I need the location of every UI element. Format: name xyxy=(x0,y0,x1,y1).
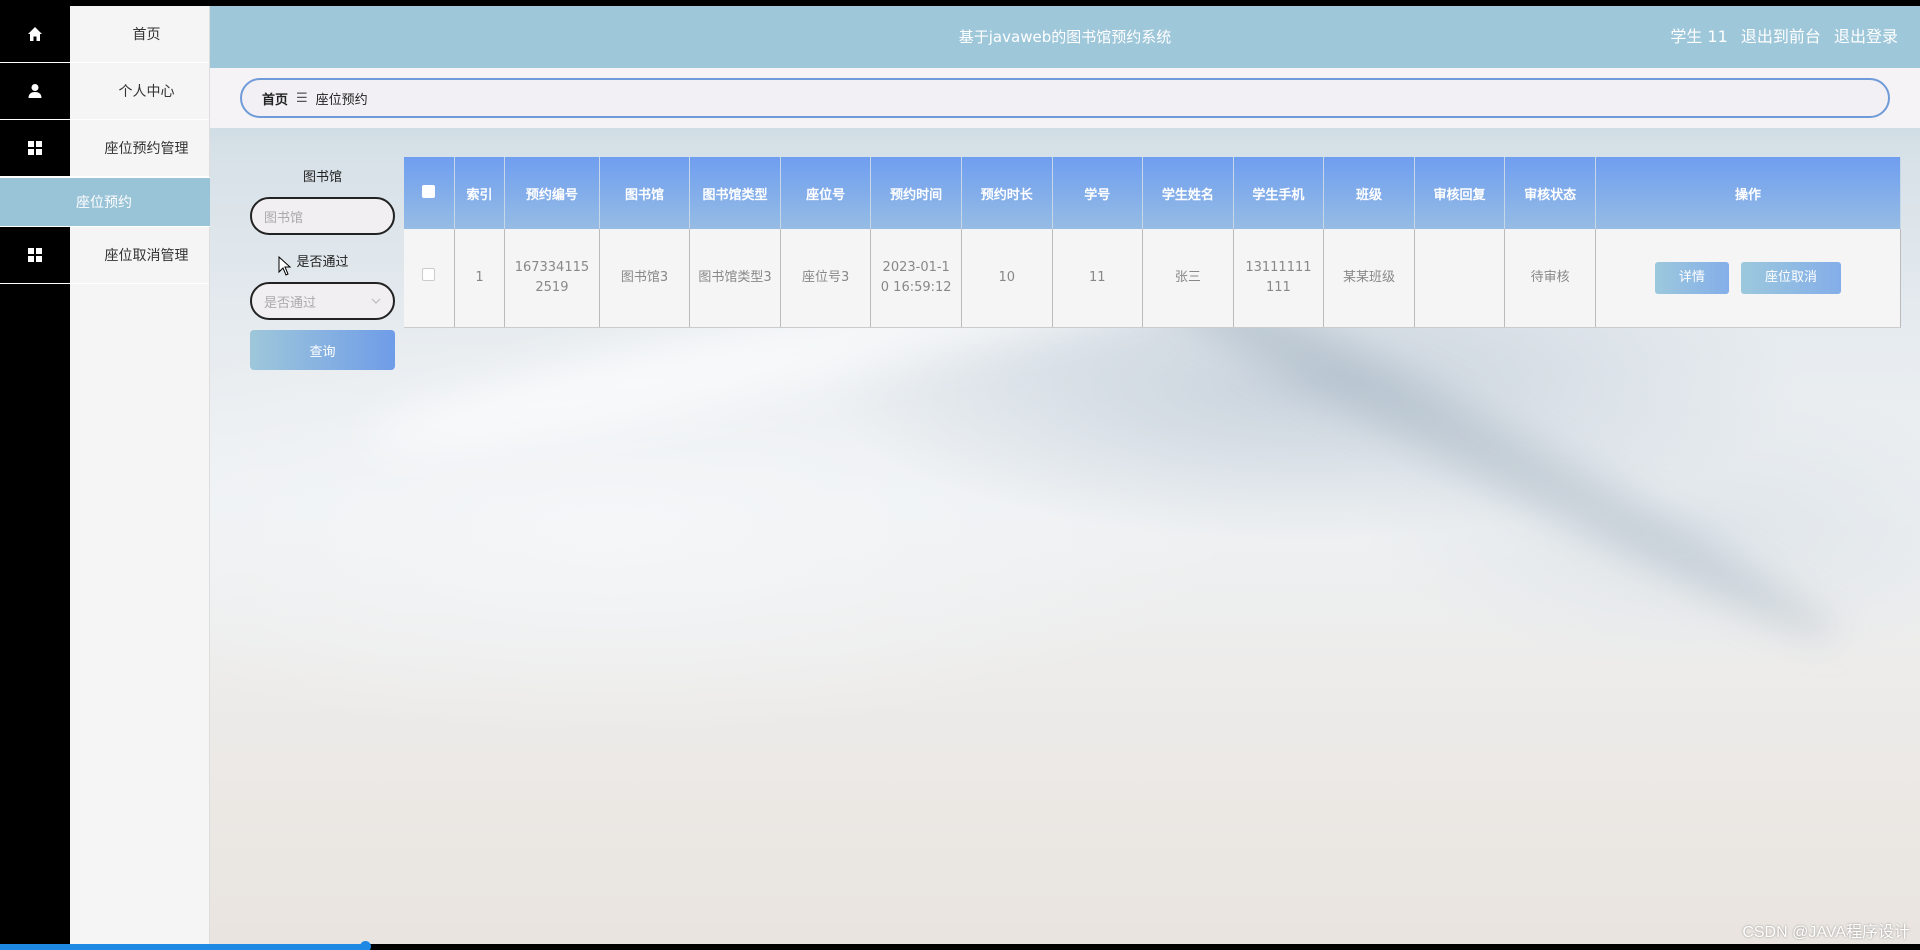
cell-duration: 10 xyxy=(961,229,1053,328)
column-header: 预约编号 xyxy=(504,157,600,229)
main-area: 基于javaweb的图书馆预约系统 学生 11 退出到前台 退出登录 首页 ☰ … xyxy=(210,6,1920,946)
user-label: 学生 11 xyxy=(1670,27,1728,46)
top-bar: 基于javaweb的图书馆预约系统 学生 11 退出到前台 退出登录 xyxy=(210,6,1920,68)
sidebar-item-profile[interactable]: 个人中心 xyxy=(70,63,209,120)
breadcrumb-separator-icon: ☰ xyxy=(296,90,308,106)
select-all-cell[interactable] xyxy=(404,157,455,229)
cell-class: 某某班级 xyxy=(1323,229,1415,328)
cell-library: 图书馆3 xyxy=(599,229,691,328)
cell-review-status: 待审核 xyxy=(1504,229,1596,328)
cell-seat-no: 座位号3 xyxy=(780,229,872,328)
row-select-cell[interactable] xyxy=(404,229,455,328)
column-header: 图书馆类型 xyxy=(689,157,781,229)
library-label: 图书馆 xyxy=(302,170,342,185)
row-checkbox[interactable] xyxy=(422,267,436,281)
cell-review-reply xyxy=(1414,229,1506,328)
column-header: 座位号 xyxy=(780,157,872,229)
column-header: 学生姓名 xyxy=(1142,157,1234,229)
nav-user-cell[interactable] xyxy=(0,63,70,120)
column-header: 操作 xyxy=(1595,157,1902,229)
sidebar-item-label: 座位预约管理 xyxy=(104,141,189,157)
top-right-links: 学生 11 退出到前台 退出登录 xyxy=(1662,6,1898,68)
table-row: 1 1673341152519 图书馆3 图书馆类型3 座位号3 2023-01… xyxy=(404,229,1902,328)
exit-to-front-link[interactable]: 退出到前台 xyxy=(1741,27,1821,46)
grid-icon xyxy=(28,141,42,155)
mouse-cursor-icon xyxy=(278,256,292,276)
sidebar-item-label: 座位取消管理 xyxy=(104,248,189,264)
approved-select-value: 是否通过 xyxy=(264,295,317,311)
column-header: 预约时长 xyxy=(961,157,1053,229)
cell-phone: 13111111111 xyxy=(1233,229,1325,328)
query-button[interactable]: 查询 xyxy=(250,330,395,370)
watermark: CSDN @JAVA程序设计 xyxy=(1742,924,1910,941)
approved-select[interactable]: 是否通过 xyxy=(250,282,395,320)
cell-actions: 详情 座位取消 xyxy=(1595,229,1902,328)
cell-student-name: 张三 xyxy=(1142,229,1234,328)
library-input[interactable]: 图书馆 xyxy=(250,197,395,235)
column-header: 预约时间 xyxy=(870,157,962,229)
video-progress-fill xyxy=(0,944,365,950)
breadcrumb: 首页 ☰ 座位预约 xyxy=(240,78,1890,118)
detail-button[interactable]: 详情 xyxy=(1654,261,1729,294)
nav-seat-cancel-cell[interactable] xyxy=(0,227,70,284)
table-header-row: 索引 预约编号 图书馆 图书馆类型 座位号 预约时间 预约时长 学号 学生姓名 … xyxy=(404,157,1902,229)
sidebar-item-label: 个人中心 xyxy=(118,84,175,100)
cell-booking-no: 1673341152519 xyxy=(504,229,600,328)
cell-index: 1 xyxy=(454,229,506,328)
sidebar-item-label: 首页 xyxy=(132,27,161,43)
nav-home-cell[interactable] xyxy=(0,6,70,63)
sidebar-subitem-label: 座位预约 xyxy=(76,195,132,211)
sidebar-item-seat-manage[interactable]: 座位预约管理 xyxy=(70,120,209,177)
cell-booking-time: 2023-01-10 16:59:12 xyxy=(870,229,962,328)
icon-strip xyxy=(0,6,70,946)
cell-student-id: 11 xyxy=(1052,229,1144,328)
booking-table: 索引 预约编号 图书馆 图书馆类型 座位号 预约时间 预约时长 学号 学生姓名 … xyxy=(404,157,1902,328)
column-header: 学号 xyxy=(1052,157,1144,229)
sidebar-item-home[interactable]: 首页 xyxy=(70,6,209,63)
cell-library-type: 图书馆类型3 xyxy=(689,229,781,328)
column-header: 班级 xyxy=(1323,157,1415,229)
home-icon xyxy=(28,27,42,41)
breadcrumb-home[interactable]: 首页 xyxy=(262,89,288,108)
user-icon xyxy=(28,84,42,98)
column-header: 审核状态 xyxy=(1504,157,1596,229)
breadcrumb-bar: 首页 ☰ 座位预约 xyxy=(210,68,1920,128)
logout-link[interactable]: 退出登录 xyxy=(1834,27,1898,46)
video-progress-knob[interactable] xyxy=(359,941,371,950)
column-header: 索引 xyxy=(454,157,506,229)
sidebar-menu: 首页 个人中心 座位预约管理 座位取消管理 xyxy=(70,6,210,946)
search-panel: 图书馆 图书馆 是否通过 是否通过 查询 xyxy=(250,166,395,370)
video-progress-bar[interactable] xyxy=(0,941,1920,950)
approved-label: 是否通过 xyxy=(296,255,349,270)
cancel-seat-button[interactable]: 座位取消 xyxy=(1741,261,1842,294)
breadcrumb-current: 座位预约 xyxy=(315,92,368,108)
nav-seat-manage-cell[interactable] xyxy=(0,120,70,177)
column-header: 图书馆 xyxy=(599,157,691,229)
sidebar-subitem-seat-booking[interactable]: 座位预约 xyxy=(0,177,210,227)
column-header: 审核回复 xyxy=(1414,157,1506,229)
column-header: 学生手机 xyxy=(1233,157,1325,229)
sidebar-item-seat-cancel[interactable]: 座位取消管理 xyxy=(70,227,209,284)
grid-icon xyxy=(28,248,42,262)
select-all-checkbox[interactable] xyxy=(422,184,436,198)
chevron-down-icon xyxy=(371,298,381,304)
